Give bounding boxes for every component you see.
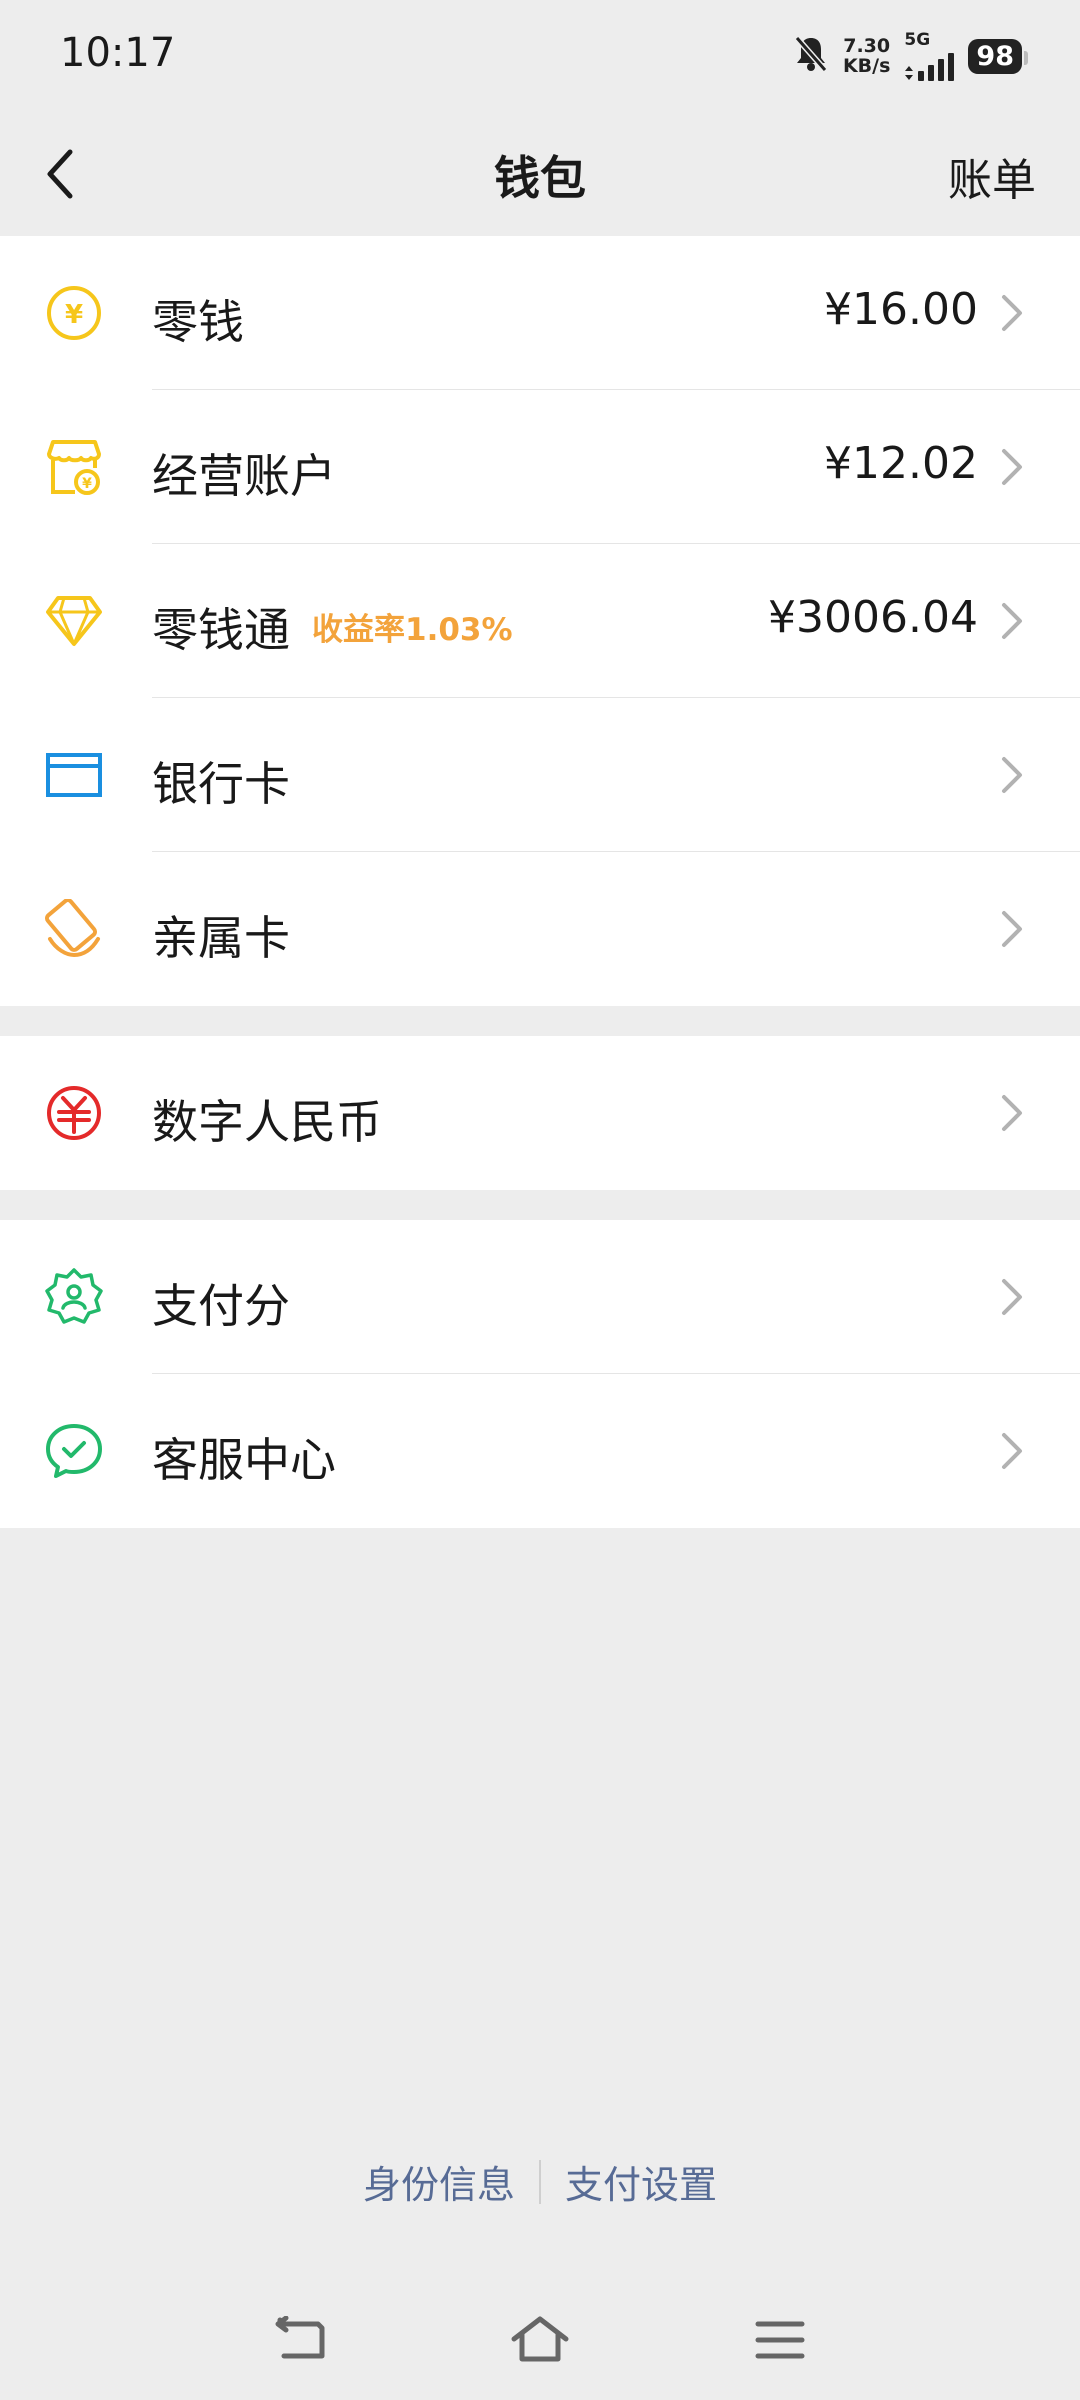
footer-separator (539, 2159, 541, 2204)
pay-settings-link[interactable]: 支付设置 (565, 2154, 717, 2209)
system-back-button[interactable] (264, 2304, 336, 2376)
list-item-label: 客服中心 (152, 1433, 336, 1487)
network-speed-value: 7.30 (843, 35, 891, 57)
list-item-label: 数字人民币 (152, 1095, 382, 1149)
list-item-label: 银行卡 (152, 757, 290, 811)
chevron-right-icon (1002, 911, 1022, 947)
list-item-digital-rmb[interactable]: 数字人民币 (0, 1036, 1080, 1190)
list-item-family-card[interactable]: 亲属卡 (0, 852, 1080, 1006)
list-item-label: 零钱通 (152, 603, 290, 657)
system-nav-bar (0, 2290, 1080, 2400)
list-item-change[interactable]: ¥ 零钱 ¥16.00 (0, 236, 1080, 390)
signal-icon (904, 49, 955, 81)
svg-text:¥: ¥ (65, 300, 83, 330)
menu-icon (755, 2321, 805, 2359)
chevron-left-icon (47, 149, 73, 199)
bank-card-icon (44, 745, 104, 805)
wallet-group-services: 支付分 客服中心 (0, 1220, 1080, 1528)
network-type: 5G (904, 30, 931, 50)
yuan-coin-icon: ¥ (44, 283, 104, 343)
page-title: 钱包 (494, 151, 586, 205)
identity-info-link[interactable]: 身份信息 (363, 2154, 515, 2209)
yield-rate-badge: 收益率1.03% (312, 612, 513, 648)
wallet-group-main: ¥ 零钱 ¥16.00 ¥ 经营账户 ¥12.02 零钱通 收益率1.03% ¥… (0, 236, 1080, 1006)
chevron-right-icon (1002, 1279, 1022, 1315)
back-icon (275, 2316, 325, 2359)
balance-amount: ¥3006.04 (768, 592, 978, 643)
customer-service-icon (44, 1421, 104, 1481)
store-account-icon: ¥ (44, 437, 104, 497)
list-item-customer-service[interactable]: 客服中心 (0, 1374, 1080, 1528)
chevron-right-icon (1002, 603, 1022, 639)
footer-links: 身份信息 支付设置 (0, 2154, 1080, 2209)
system-home-button[interactable] (504, 2304, 576, 2376)
bill-button[interactable]: 账单 (948, 144, 1036, 208)
status-time: 10:17 (60, 30, 176, 76)
status-bar: 10:17 7.30 KB/s 5G 98 (0, 0, 1080, 112)
chevron-right-icon (1002, 757, 1022, 793)
list-item-label: 亲属卡 (152, 911, 290, 965)
diamond-icon (44, 591, 104, 651)
list-item-label: 经营账户 (152, 449, 336, 503)
list-item-label: 支付分 (152, 1279, 290, 1333)
list-item-change-plus[interactable]: 零钱通 收益率1.03% ¥3006.04 (0, 544, 1080, 698)
digital-rmb-icon (44, 1083, 104, 1143)
pay-score-icon (44, 1267, 104, 1327)
mute-bell-icon (793, 34, 829, 78)
wallet-group-digital: 数字人民币 (0, 1036, 1080, 1190)
home-icon (511, 2316, 569, 2362)
list-item-business-account[interactable]: ¥ 经营账户 ¥12.02 (0, 390, 1080, 544)
nav-bar: 钱包 账单 (0, 112, 1080, 236)
chevron-right-icon (1002, 449, 1022, 485)
network-speed-unit: KB/s (842, 55, 891, 77)
list-item-label: 零钱 (152, 295, 244, 349)
list-item-bank-card[interactable]: 银行卡 (0, 698, 1080, 852)
chevron-right-icon (1002, 1095, 1022, 1131)
cellular: 5G (904, 30, 955, 81)
balance-amount: ¥16.00 (824, 284, 978, 335)
balance-amount: ¥12.02 (824, 438, 978, 489)
system-menu-button[interactable] (744, 2304, 816, 2376)
list-item-pay-score[interactable]: 支付分 (0, 1220, 1080, 1374)
family-card-icon (44, 899, 104, 959)
status-indicators: 7.30 KB/s 5G 98 (793, 30, 1028, 81)
chevron-right-icon (1002, 1433, 1022, 1469)
back-button[interactable] (30, 138, 90, 210)
svg-text:¥: ¥ (82, 476, 92, 492)
network-speed: 7.30 KB/s (843, 36, 890, 76)
chevron-right-icon (1002, 295, 1022, 331)
battery-indicator: 98 (968, 38, 1028, 74)
